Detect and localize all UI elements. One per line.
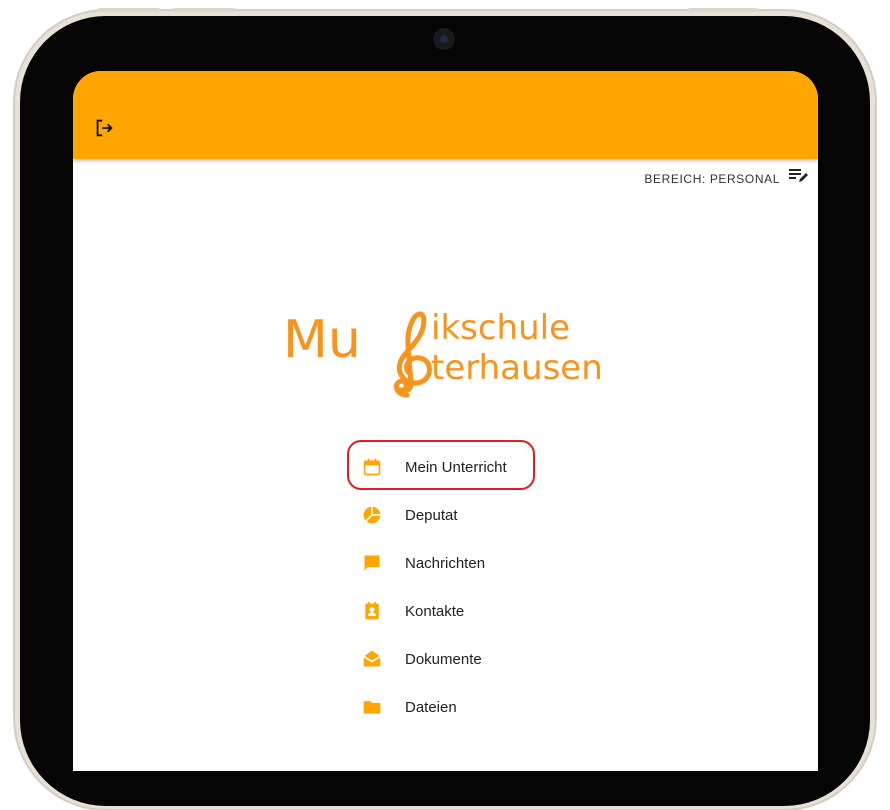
logo-text-line1: ikschule <box>431 308 570 348</box>
chat-icon <box>361 552 383 574</box>
menu-label: Dateien <box>405 698 457 716</box>
menu-item-deputat[interactable]: Deputat <box>349 491 579 539</box>
bereich-selector[interactable]: BEREICH: PERSONAL <box>644 168 808 189</box>
app-screen: BEREICH: PERSONAL Mu ikschule terhausen <box>73 71 818 771</box>
menu-item-mein-unterricht[interactable]: Mein Unterricht <box>347 440 579 491</box>
logo-text-line2: terhausen <box>431 348 603 388</box>
menu-label: Dokumente <box>405 650 482 668</box>
app-bar <box>73 71 818 159</box>
menu-label: Kontakte <box>405 602 465 620</box>
pie-chart-icon <box>361 504 383 526</box>
logo-text-mu: Mu <box>283 310 361 370</box>
menu-item-nachrichten[interactable]: Nachrichten <box>349 539 579 587</box>
main-menu: Mein Unterricht Deputat Nachrichten Kont… <box>347 440 579 731</box>
menu-label: Deputat <box>405 506 458 524</box>
camera <box>433 28 455 50</box>
logout-icon[interactable] <box>93 117 115 139</box>
menu-label: Mein Unterricht <box>405 458 507 476</box>
device-button <box>172 8 236 12</box>
menu-item-dokumente[interactable]: Dokumente <box>349 635 579 683</box>
edit-list-icon <box>788 168 808 189</box>
device-button <box>98 8 160 12</box>
contacts-icon <box>361 600 383 622</box>
menu-item-kontakte[interactable]: Kontakte <box>349 587 579 635</box>
calendar-icon <box>361 456 383 478</box>
folder-icon <box>361 696 383 718</box>
device-button <box>688 8 758 12</box>
menu-label: Nachrichten <box>405 554 486 572</box>
school-logo: Mu ikschule terhausen <box>283 289 613 399</box>
menu-item-dateien[interactable]: Dateien <box>349 683 579 731</box>
bereich-label: BEREICH: PERSONAL <box>644 171 780 186</box>
mail-open-icon <box>361 648 383 670</box>
